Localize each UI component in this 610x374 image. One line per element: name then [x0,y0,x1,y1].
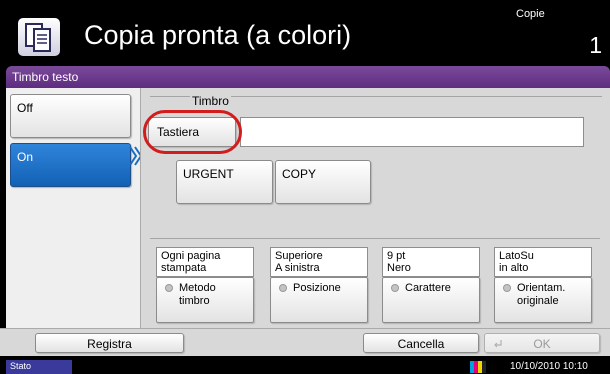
font-button[interactable]: Carattere [382,277,480,323]
page-title: Copia pronta (a colori) [84,20,352,50]
cancel-button[interactable]: Cancella [363,333,479,353]
stamp-group-label: Timbro [190,94,231,108]
preset-copy-button[interactable]: COPY [275,160,371,204]
setting-orientation: LatoSu in alto Orientam. originale [494,247,592,325]
dialog-title-bar: Timbro testo [6,66,610,88]
stamp-text-field[interactable] [240,117,584,147]
status-button[interactable]: Stato [6,360,72,374]
preset-urgent-button[interactable]: URGENT [176,160,273,204]
screen: Copia pronta (a colori) Copie 1 Timbro t… [0,0,610,374]
setting-value: Superiore A sinistra [270,247,368,277]
button-label: Posizione [293,282,341,294]
divider [150,238,600,239]
indicator-icon [391,284,399,292]
setting-value: LatoSu in alto [494,247,592,277]
indicator-icon [165,284,173,292]
register-button[interactable]: Registra [35,333,184,353]
header: Copia pronta (a colori) Copie 1 [0,0,610,66]
orientation-button[interactable]: Orientam. originale [494,277,592,323]
indicator-icon [279,284,287,292]
indicator-icon [503,284,511,292]
ok-button[interactable]: OK [484,333,600,353]
mode-panel: Off On [6,88,140,328]
ok-label: OK [533,337,551,351]
button-label: Carattere [405,282,451,294]
dialog-title: Timbro testo [12,70,79,84]
copy-icon [18,18,60,56]
toner-icon [470,361,486,373]
setting-font: 9 pt Nero Carattere [382,247,480,325]
on-button[interactable]: On [10,143,131,187]
highlight-circle [143,110,242,154]
datetime: 10/10/2010 10:10 [510,361,588,372]
setting-value: Ogni pagina stampata [156,247,254,277]
setting-position: Superiore A sinistra Posizione [270,247,368,325]
return-icon [494,340,502,348]
button-label: Orientam. originale [517,282,566,307]
setting-method: Ogni pagina stampata Metodo timbro [156,247,254,325]
method-button[interactable]: Metodo timbro [156,277,254,323]
setting-value: 9 pt Nero [382,247,480,277]
copies-label: Copie [516,8,545,20]
off-button[interactable]: Off [10,94,131,138]
copies-count: 1 [589,32,602,58]
position-button[interactable]: Posizione [270,277,368,323]
button-label: Metodo timbro [179,282,216,307]
